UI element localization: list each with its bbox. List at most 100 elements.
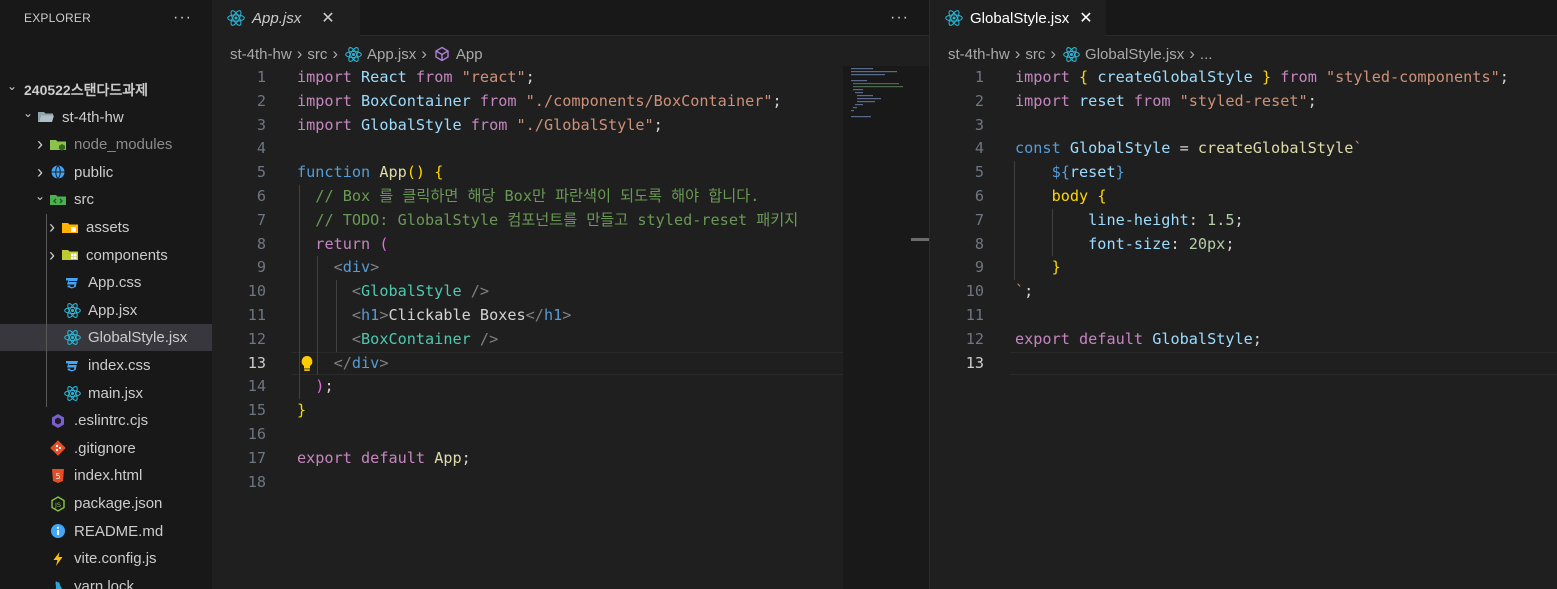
- line-number: 5: [256, 163, 266, 182]
- tree-item-app-jsx[interactable]: App.jsx: [0, 297, 212, 324]
- tree-item-public[interactable]: › public: [0, 159, 212, 186]
- tree-item-label: assets: [86, 219, 130, 236]
- tree-item-label: components: [86, 246, 168, 264]
- tree-item-label: App.css: [88, 274, 142, 292]
- left-tab-bar: App.jsx ✕ ···: [212, 0, 929, 36]
- chevron-right-icon: ›: [421, 44, 427, 63]
- explorer-sidebar: EXPLORER ··· ⌄ 240522스탠다드과제 ⌄ st-4th-hw › nod…: [0, 0, 212, 589]
- tree-item-index-css[interactable]: index.css: [0, 352, 212, 379]
- tree-item-label: README.md: [74, 522, 164, 540]
- breadcrumb-item[interactable]: st-4th-hw: [948, 46, 1010, 63]
- editor-more-icon[interactable]: ···: [890, 9, 909, 27]
- tree-item-node-modules[interactable]: › node_modules: [0, 131, 212, 158]
- line-number: 15: [247, 401, 266, 420]
- tree-item-main-jsx[interactable]: main.jsx: [0, 380, 212, 407]
- indent-guide: [317, 256, 318, 376]
- folder-open-icon: [36, 109, 56, 125]
- breadcrumb: st-4th-hw › src › GlobalStyle.jsx ›...: [930, 40, 1557, 68]
- tree-item-components[interactable]: › components: [0, 242, 212, 269]
- code-editor-app-jsx[interactable]: 1 import React from "react"; 2 import BoxCo…: [212, 66, 929, 589]
- tree-item-assets[interactable]: › assets: [0, 214, 212, 241]
- tab-globalstyle-jsx[interactable]: GlobalStyle.jsx ✕: [930, 0, 1106, 36]
- line-number: 6: [256, 187, 266, 205]
- breadcrumb-item[interactable]: App.jsx: [367, 46, 416, 63]
- tree-item-label: .eslintrc.cjs: [74, 412, 149, 430]
- node-folder-icon: [48, 137, 68, 153]
- line-number: 3: [256, 115, 266, 134]
- vite-file-icon: [48, 551, 68, 567]
- line-number: 18: [247, 472, 266, 491]
- code-line: body {: [1051, 187, 1107, 205]
- breadcrumb-item[interactable]: ...: [1200, 46, 1213, 63]
- tree-item-vite-config-js[interactable]: vite.config.js: [0, 545, 212, 572]
- code-line: );: [315, 377, 334, 396]
- right-editor-group: GlobalStyle.jsx ✕ st-4th-hw › src › GlobalSt…: [930, 0, 1557, 589]
- tree-item-label: public: [74, 163, 114, 181]
- tree-item-eslintrc-cjs[interactable]: .eslintrc.cjs: [0, 407, 212, 434]
- css-file-icon: [62, 358, 82, 374]
- line-number: 3: [974, 115, 984, 134]
- indent-guide: [1052, 208, 1053, 257]
- line-number: 7: [256, 210, 266, 229]
- tree-item-src[interactable]: ⌄ src: [0, 186, 212, 213]
- tree-item-label: st-4th-hw: [62, 108, 124, 126]
- tree-item-yarn-lock[interactable]: yarn.lock: [0, 573, 212, 589]
- react-icon: [226, 10, 246, 26]
- css-file-icon: [62, 275, 82, 291]
- line-number: 2: [974, 91, 984, 110]
- code-line: const GlobalStyle = createGlobalStyle`: [1015, 139, 1363, 158]
- tree-item-label: src: [74, 191, 94, 209]
- src-folder-icon: [48, 192, 68, 208]
- tree-item-package-json[interactable]: JS package.json: [0, 490, 212, 517]
- code-line: }: [297, 401, 307, 420]
- yarn-file-icon: [48, 578, 68, 589]
- chevron-right-icon: ›: [1189, 44, 1195, 63]
- tab-label: GlobalStyle.jsx: [970, 9, 1070, 27]
- code-line: font-size: 20px;: [1088, 234, 1235, 253]
- explorer-more-icon[interactable]: ···: [173, 9, 192, 27]
- code-line: import reset from "styled-reset";: [1015, 91, 1317, 110]
- close-tab-icon[interactable]: ✕: [321, 8, 334, 28]
- svg-text:JS: JS: [54, 501, 61, 509]
- code-line: // TODO: GlobalStyle 컴포넌트를 만들고 styled-re…: [315, 210, 799, 229]
- code-editor-globalstyle-jsx[interactable]: 1 import { createGlobalStyle } from "styl…: [930, 66, 1557, 589]
- tree-item-label: main.jsx: [88, 384, 144, 402]
- code-line: line-height: 1.5;: [1088, 210, 1244, 229]
- chevron-down-icon: ⌄: [22, 106, 34, 121]
- code-line: }: [1051, 258, 1061, 277]
- code-line: `;: [1015, 282, 1034, 301]
- line-number: 13: [247, 353, 266, 372]
- line-number: 10: [965, 282, 984, 301]
- breadcrumb-item[interactable]: GlobalStyle.jsx: [1085, 46, 1184, 63]
- react-icon: [343, 46, 363, 62]
- tree-item-st-4th-hw[interactable]: ⌄ st-4th-hw: [0, 104, 212, 131]
- code-line: ${reset}: [1051, 163, 1125, 182]
- tree-item-readme-md[interactable]: README.md: [0, 518, 212, 545]
- close-tab-icon[interactable]: ✕: [1079, 8, 1092, 28]
- react-icon: [944, 10, 964, 26]
- tree-item-240522스탠다드과제[interactable]: ⌄ 240522스탠다드과제: [0, 76, 212, 103]
- tab-app-jsx[interactable]: App.jsx ✕: [212, 0, 360, 36]
- breadcrumb-item[interactable]: App: [456, 46, 483, 63]
- tree-item-index-html[interactable]: 5 index.html: [0, 462, 212, 489]
- react-icon: [1061, 46, 1081, 62]
- svg-text:5: 5: [55, 472, 60, 481]
- tree-item-app-css[interactable]: App.css: [0, 269, 212, 296]
- code-line: return (: [315, 234, 389, 253]
- chevron-right-icon: ›: [1050, 44, 1057, 63]
- line-number: 2: [256, 91, 266, 110]
- explorer-title: EXPLORER: [24, 11, 91, 25]
- indent-guide: [1014, 161, 1015, 281]
- tree-item-gitignore[interactable]: .gitignore: [0, 435, 212, 462]
- breadcrumb-item[interactable]: src: [307, 46, 327, 63]
- tree-item-label: package.json: [74, 495, 163, 512]
- left-editor-group: App.jsx ✕ ··· st-4th-hw › src › App.jsx › App …: [212, 0, 929, 589]
- right-tab-bar: GlobalStyle.jsx ✕: [930, 0, 1557, 36]
- tree-item-globalstyle-jsx[interactable]: GlobalStyle.jsx: [0, 324, 212, 352]
- breadcrumb-item[interactable]: st-4th-hw: [230, 46, 292, 63]
- lightbulb-icon[interactable]: [300, 355, 314, 377]
- breadcrumb-item[interactable]: src: [1025, 46, 1045, 63]
- code-line: export default App;: [297, 448, 471, 467]
- minimap[interactable]: [843, 66, 929, 589]
- line-number: 12: [965, 329, 984, 348]
